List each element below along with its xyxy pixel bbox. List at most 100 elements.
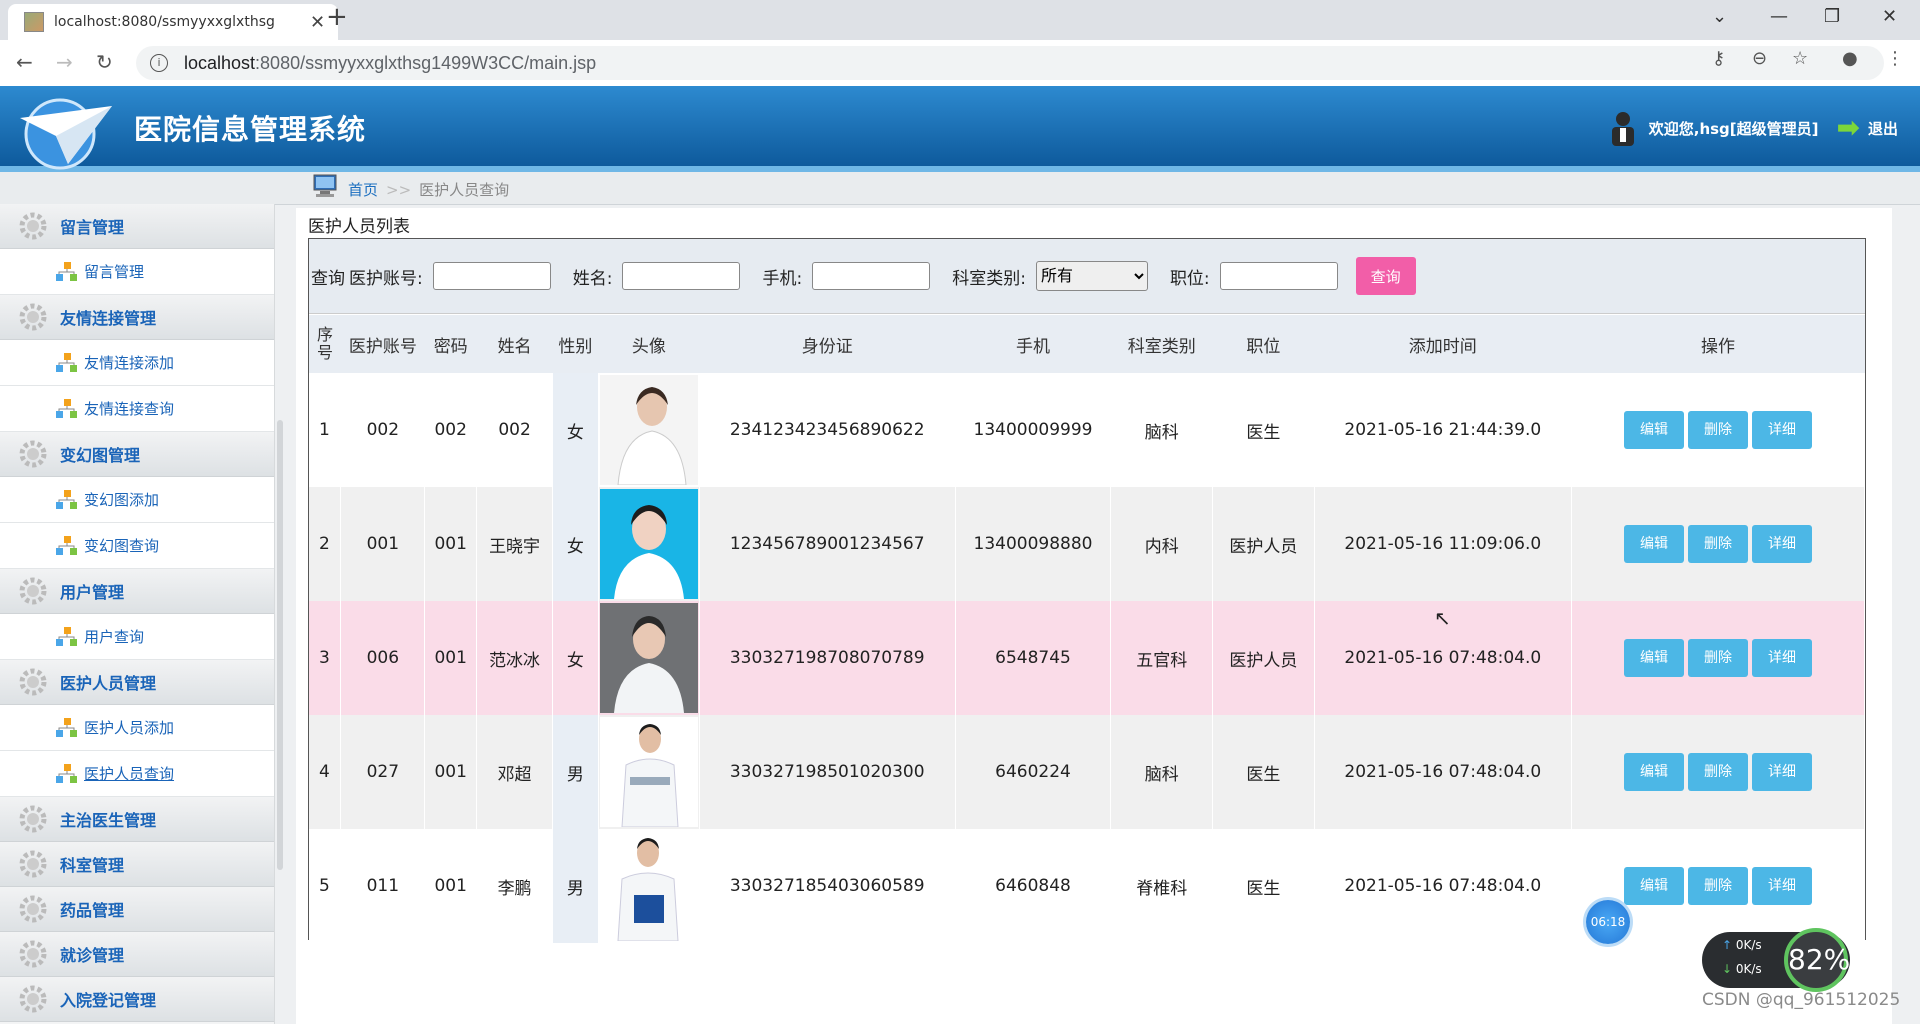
cell-added-time: 2021-05-16 07:48:04.0 — [1314, 715, 1572, 829]
position-label: 职位: — [1169, 268, 1210, 289]
new-tab-icon[interactable]: + — [326, 2, 348, 32]
position-input[interactable] — [1219, 262, 1338, 290]
phone-label: 手机: — [762, 268, 803, 289]
cell-avatar — [598, 601, 700, 715]
delete-button[interactable]: 删除 — [1687, 525, 1748, 563]
profile-icon[interactable]: ● — [1842, 48, 1858, 69]
sidebar-group-label: 变幻图管理 — [60, 446, 141, 465]
reload-icon[interactable]: ↻ — [96, 50, 113, 74]
edit-button[interactable]: 编辑 — [1623, 411, 1684, 449]
exit-arrow-icon[interactable]: ➡ — [1837, 114, 1860, 142]
detail-button[interactable]: 详细 — [1751, 639, 1812, 677]
cell-department: 脑科 — [1110, 715, 1214, 829]
cell-position: 医护人员 — [1212, 601, 1315, 715]
sidebar-group-label: 友情连接管理 — [60, 309, 157, 328]
sidebar-scrollbar[interactable] — [277, 420, 283, 870]
sidebar-item-link-add[interactable]: 友情连接添加 — [0, 340, 274, 386]
back-icon[interactable]: ← — [16, 50, 33, 74]
gear-icon — [19, 303, 47, 331]
sidebar-item-label: 用户查询 — [84, 628, 145, 646]
cell-id-card: 234123423456890622 — [699, 373, 956, 487]
gear-icon — [19, 440, 47, 468]
sidebar-group-staff[interactable]: 医护人员管理 — [0, 660, 274, 705]
delete-button[interactable]: 删除 — [1687, 753, 1748, 791]
cell-phone: 6460224 — [955, 715, 1112, 829]
minimize-icon[interactable]: — — [1770, 6, 1788, 27]
bookmark-star-icon[interactable]: ☆ — [1792, 48, 1808, 69]
name-label: 姓名: — [572, 268, 613, 289]
sidebar-group-label: 主治医生管理 — [60, 811, 157, 830]
cell-department: 脊椎科 — [1110, 829, 1214, 943]
cell-avatar — [598, 715, 700, 829]
detail-button[interactable]: 详细 — [1751, 525, 1812, 563]
cell-no: 4 — [309, 715, 342, 829]
cell-phone: 6460848 — [955, 829, 1112, 943]
edit-button[interactable]: 编辑 — [1623, 867, 1684, 905]
recording-timer-badge[interactable]: 06:18 — [1586, 900, 1630, 944]
network-monitor-widget[interactable]: ↑ 0K/s ↓ 0K/s 82% — [1702, 928, 1850, 992]
cell-actions: 编辑 删除 详细 — [1571, 601, 1866, 715]
cell-department: 五官科 — [1110, 601, 1214, 715]
sidebar-group-visits[interactable]: 就诊管理 — [0, 932, 274, 977]
sidebar-group-users[interactable]: 用户管理 — [0, 569, 274, 614]
cell-id-card: 330327198708070789 — [699, 601, 956, 715]
breadcrumb-home[interactable]: 首页 — [348, 181, 378, 199]
delete-button[interactable]: 删除 — [1687, 639, 1748, 677]
department-select[interactable]: 所有 — [1035, 261, 1148, 291]
cell-position: 医生 — [1212, 829, 1315, 943]
delete-button[interactable]: 删除 — [1687, 867, 1748, 905]
phone-input[interactable] — [812, 262, 931, 290]
table-row: 1 002 002 002 女 234123423456890622 13400… — [309, 373, 1866, 487]
tree-icon — [56, 626, 77, 646]
restore-icon[interactable]: ❐ — [1824, 6, 1840, 27]
cell-position: 医护人员 — [1212, 487, 1315, 601]
app-title: 医院信息管理系统 — [134, 113, 367, 146]
detail-button[interactable]: 详细 — [1751, 753, 1812, 791]
sidebar-group-links[interactable]: 友情连接管理 — [0, 295, 274, 340]
forward-icon[interactable]: → — [56, 50, 73, 74]
site-info-icon[interactable]: i — [150, 54, 168, 72]
welcome-text: 欢迎您,hsg[超级管理员] — [1648, 119, 1819, 138]
sidebar-group-label: 科室管理 — [60, 856, 125, 875]
account-input[interactable] — [432, 262, 551, 290]
sidebar-item-user-query[interactable]: 用户查询 — [0, 614, 274, 660]
edit-button[interactable]: 编辑 — [1623, 525, 1684, 563]
menu-dots-icon[interactable]: ⋮ — [1886, 48, 1904, 69]
browser-tab[interactable]: localhost:8080/ssmyyxxglxthsg ✕ — [8, 4, 338, 40]
tree-icon — [56, 261, 77, 281]
delete-button[interactable]: 删除 — [1687, 411, 1748, 449]
search-form: 查询 医护账号: 姓名: 手机: 科室类别: 所有 职位: 查询 — [309, 239, 1865, 314]
cell-position: 医生 — [1212, 373, 1315, 487]
tab-search-icon[interactable]: ⌄ — [1712, 6, 1727, 27]
sidebar-group-admission[interactable]: 入院登记管理 — [0, 977, 274, 1022]
upload-arrow-icon: ↑ — [1722, 938, 1736, 952]
sidebar-item-slide-query[interactable]: 变幻图查询 — [0, 523, 274, 569]
query-button[interactable]: 查询 — [1355, 257, 1416, 295]
edit-button[interactable]: 编辑 — [1623, 753, 1684, 791]
sidebar-item-link-query[interactable]: 友情连接查询 — [0, 386, 274, 432]
close-window-icon[interactable]: ✕ — [1882, 6, 1897, 27]
detail-button[interactable]: 详细 — [1751, 867, 1812, 905]
logout-link[interactable]: 退出 — [1868, 118, 1898, 139]
gear-icon — [19, 850, 47, 878]
sidebar-group-departments[interactable]: 科室管理 — [0, 842, 274, 887]
edit-button[interactable]: 编辑 — [1623, 639, 1684, 677]
sidebar-item-messages[interactable]: 留言管理 — [0, 249, 274, 295]
sidebar: 留言管理 留言管理 友情连接管理 友情连接添加 友情连接查询 变幻图管理 变幻图… — [0, 204, 275, 1024]
sidebar-group-drugs[interactable]: 药品管理 — [0, 887, 274, 932]
sidebar-item-staff-query[interactable]: 医护人员查询 — [0, 751, 274, 797]
sidebar-item-label: 变幻图查询 — [84, 537, 160, 555]
col-header: 医护账号 — [340, 315, 425, 373]
detail-button[interactable]: 详细 — [1751, 411, 1812, 449]
sidebar-group-slides[interactable]: 变幻图管理 — [0, 432, 274, 477]
url-field[interactable]: i localhost:8080/ssmyyxxglxthsg1499W3CC/… — [136, 46, 1884, 80]
sidebar-group-messages[interactable]: 留言管理 — [0, 204, 274, 249]
key-icon[interactable]: ⚷ — [1712, 48, 1725, 69]
close-tab-icon[interactable]: ✕ — [310, 12, 325, 33]
sidebar-item-slide-add[interactable]: 变幻图添加 — [0, 477, 274, 523]
app-header: 医院信息管理系统 欢迎您,hsg[超级管理员] ➡ 退出 — [0, 86, 1920, 172]
name-input[interactable] — [622, 262, 741, 290]
zoom-icon[interactable]: ⊖ — [1752, 48, 1767, 69]
sidebar-item-staff-add[interactable]: 医护人员添加 — [0, 705, 274, 751]
sidebar-group-doctors[interactable]: 主治医生管理 — [0, 797, 274, 842]
